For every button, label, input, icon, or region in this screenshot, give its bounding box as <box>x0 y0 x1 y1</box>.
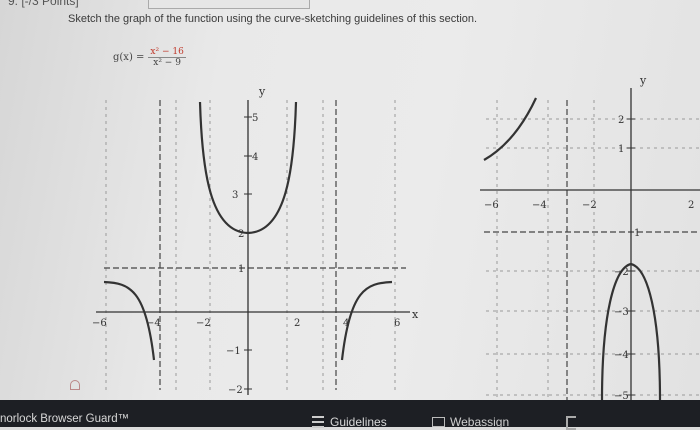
browser-guard-item[interactable]: norlock Browser Guard™ <box>0 413 129 425</box>
graph2-ytick: 1 <box>618 144 624 155</box>
graph2-y-label: y <box>639 74 647 87</box>
taskbar: norlock Browser Guard™ Guidelines Webass… <box>0 400 700 430</box>
question-panel: 9. [-/3 Points] Sketch the graph of the … <box>0 0 700 400</box>
graph2-ytick: −4 <box>614 350 629 361</box>
graph2-ytick: −5 <box>614 391 629 400</box>
graph2-ytick: 1 <box>634 228 640 239</box>
graph-option-2[interactable]: y −6 −4 −2 2 2 1 1 −2 −3 −4 −5 <box>0 0 700 400</box>
mail-icon <box>432 417 445 427</box>
graph2-xtick: −2 <box>582 200 597 211</box>
graph2-ytick: −3 <box>614 307 629 318</box>
graph2-ytick: 2 <box>618 115 624 126</box>
app-icon[interactable] <box>566 416 576 430</box>
graph2-xtick: −4 <box>532 200 547 211</box>
graph2-xtick: −6 <box>484 200 499 211</box>
graph2-left-branch <box>483 97 537 161</box>
radio-button-hint[interactable] <box>70 380 80 390</box>
graph2-ytick: −2 <box>614 267 629 278</box>
graph2-xtick: 2 <box>688 200 694 211</box>
list-icon <box>312 416 324 428</box>
